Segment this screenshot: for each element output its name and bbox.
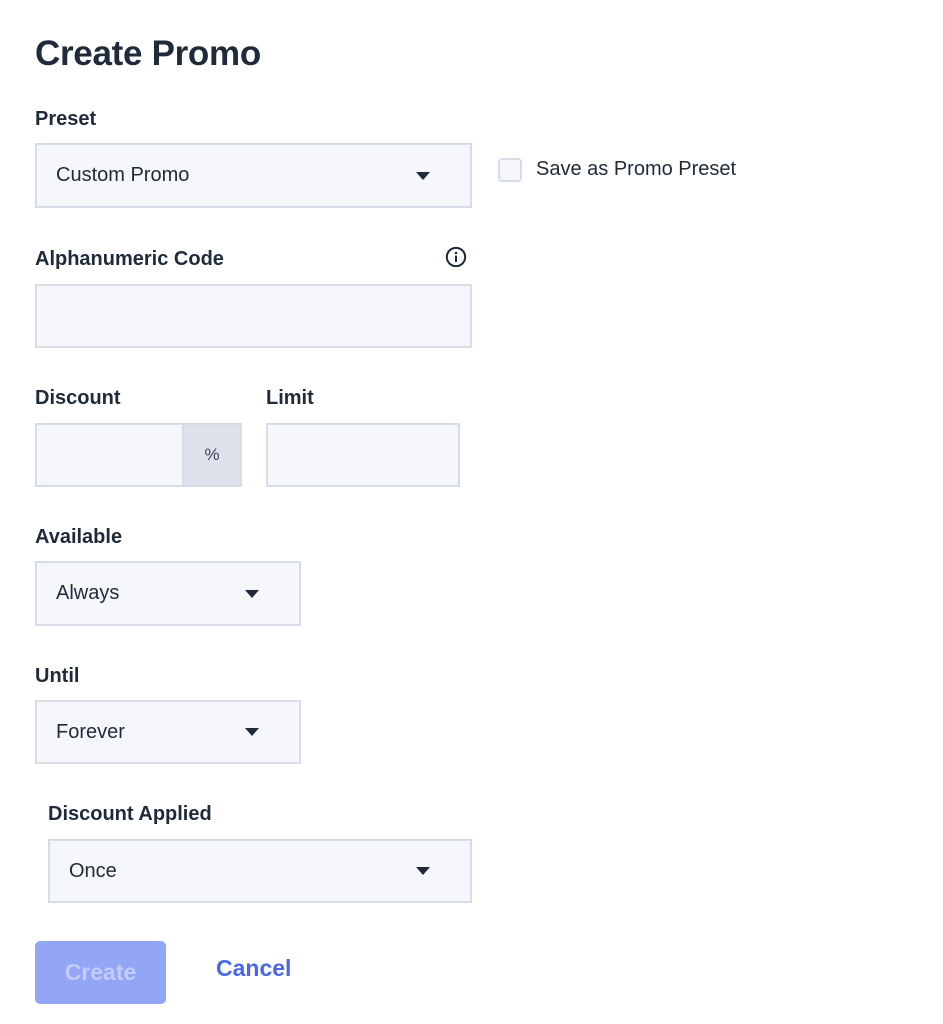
available-label: Available <box>35 526 123 548</box>
until-select[interactable]: Forever <box>35 700 301 764</box>
chevron-down-icon <box>245 589 259 598</box>
until-value: Forever <box>56 720 125 743</box>
create-button[interactable]: Create <box>35 941 166 1004</box>
limit-input[interactable] <box>266 423 460 487</box>
code-label: Alphanumeric Code <box>35 248 224 270</box>
discount-input[interactable] <box>37 425 182 485</box>
chevron-down-icon <box>416 171 430 180</box>
discount-applied-value: Once <box>69 859 117 882</box>
preset-select[interactable]: Custom Promo <box>35 143 472 208</box>
save-preset-label[interactable]: Save as Promo Preset <box>536 158 736 181</box>
limit-label: Limit <box>266 387 314 409</box>
save-preset-checkbox[interactable] <box>498 158 522 182</box>
discount-applied-label: Discount Applied <box>48 803 212 825</box>
code-input[interactable] <box>35 284 472 348</box>
discount-field: % <box>35 423 242 487</box>
chevron-down-icon <box>416 867 430 875</box>
until-label: Until <box>35 665 80 687</box>
available-select[interactable]: Always <box>35 561 301 626</box>
discount-applied-select[interactable]: Once <box>48 839 472 903</box>
preset-value: Custom Promo <box>56 164 190 186</box>
discount-label: Discount <box>35 387 121 409</box>
page-title: Create Promo <box>35 34 261 73</box>
chevron-down-icon <box>245 728 259 736</box>
cancel-button[interactable]: Cancel <box>216 955 291 982</box>
preset-label: Preset <box>35 108 97 130</box>
percent-addon: % <box>182 425 240 485</box>
available-value: Always <box>56 582 120 604</box>
info-icon[interactable] <box>445 246 467 268</box>
